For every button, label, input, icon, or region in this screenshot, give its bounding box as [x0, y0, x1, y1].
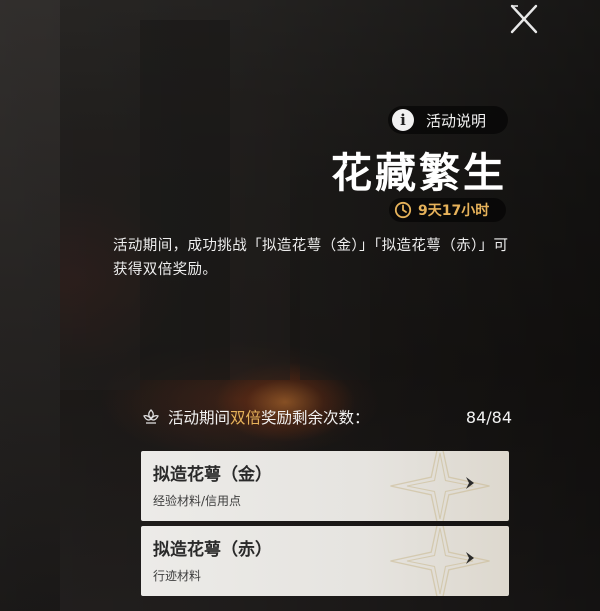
close-icon [510, 4, 538, 34]
stage-name: 拟造花萼（金） [153, 465, 272, 485]
double-reward-label: 活动期间双倍奖励剩余次数： [168, 406, 370, 428]
double-reward-count: 84/84 [465, 407, 512, 427]
stage-name: 拟造花萼（赤） [153, 540, 272, 560]
double-reward-label-suffix: 奖励剩余次数： [261, 409, 370, 427]
activity-info-button[interactable]: i 活动说明 [388, 106, 508, 134]
timer-text: 9天17小时 [418, 203, 490, 219]
event-title: 花藏繁生 [331, 149, 507, 197]
stage-card-gold[interactable]: 拟造花萼（金） 经验材料/信用点 [141, 451, 509, 521]
double-reward-label-prefix: 活动期间 [168, 409, 231, 427]
info-icon: i [392, 109, 414, 131]
event-description: 活动期间，成功挑战「拟造花萼（金）」「拟造花萼（赤）」可获得双倍奖励。 [113, 238, 509, 278]
double-reward-highlight: 双倍 [230, 409, 262, 427]
stage-subtitle: 行迹材料 [153, 569, 202, 583]
event-timer: 9天17小时 [389, 198, 506, 222]
double-reward-row: 活动期间双倍奖励剩余次数： 84/84 [140, 404, 512, 430]
close-button[interactable] [506, 2, 542, 36]
stage-card-crimson[interactable]: 拟造花萼（赤） 行迹材料 [141, 526, 509, 596]
arrow-right-icon [466, 552, 474, 564]
activity-info-label: 活动说明 [426, 111, 487, 130]
stage-subtitle: 经验材料/信用点 [153, 494, 242, 508]
flower-icon [143, 409, 159, 424]
clock-icon [394, 201, 412, 219]
arrow-right-icon [466, 477, 474, 489]
